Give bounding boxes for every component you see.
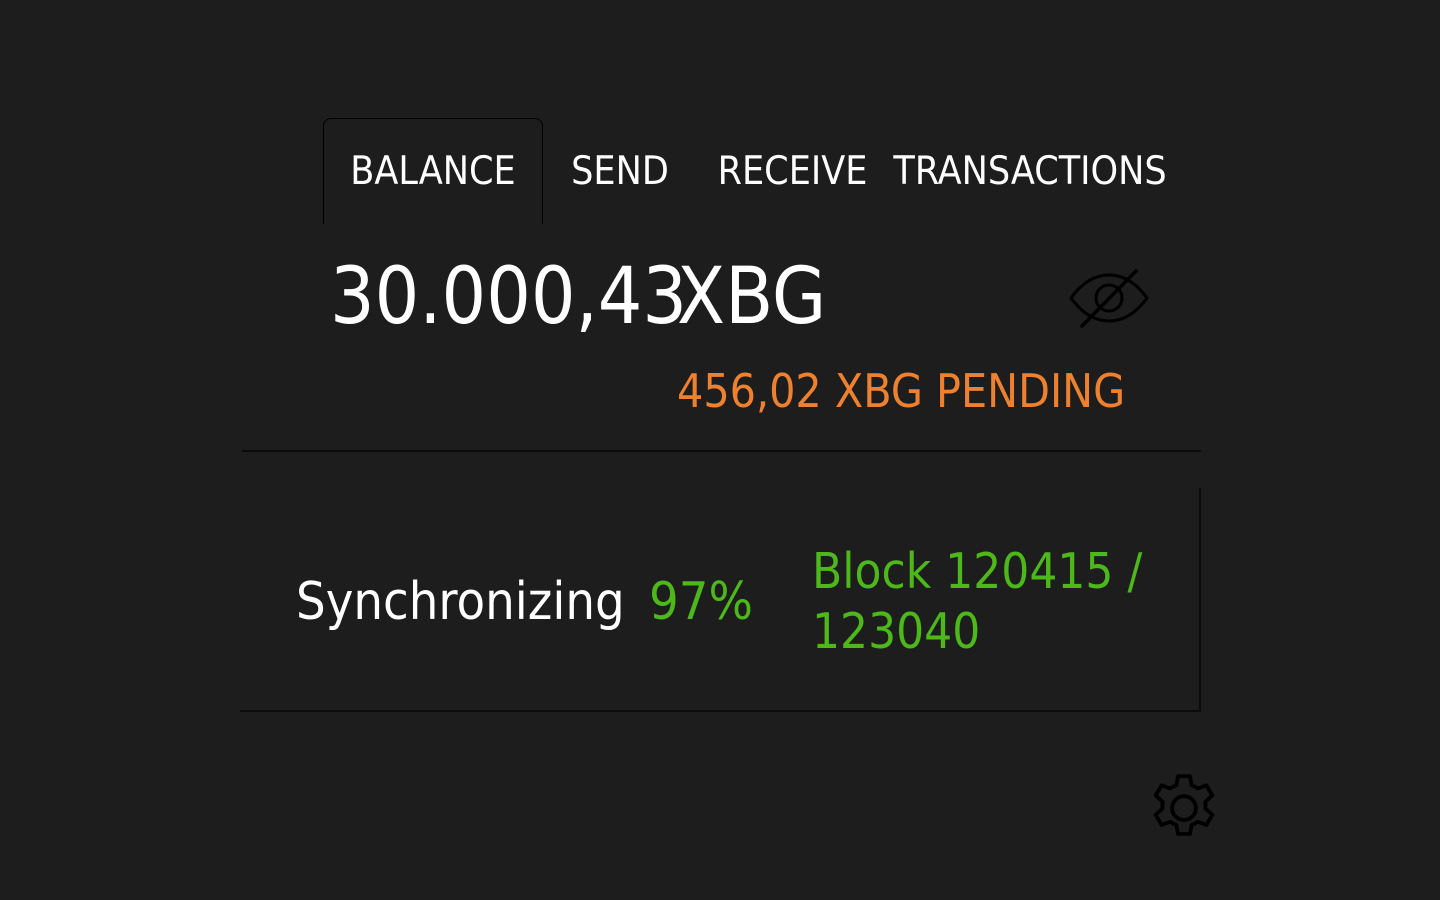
gear-icon xyxy=(1153,774,1215,836)
sync-block-line2: 123040 xyxy=(812,603,981,660)
tab-receive[interactable]: RECEIVE xyxy=(705,118,880,224)
sync-block-progress: Block 120415 / 123040 xyxy=(812,542,1152,662)
tab-send-label: SEND xyxy=(571,148,669,194)
eye-off-icon[interactable] xyxy=(1066,266,1152,330)
pending-balance: 456,02 XBG PENDING xyxy=(677,364,1126,418)
sync-block-line1: Block 120415 / xyxy=(812,543,1143,600)
tab-balance-label: BALANCE xyxy=(350,149,516,194)
divider xyxy=(242,450,1201,452)
tab-transactions-label: TRANSACTIONS xyxy=(893,148,1167,194)
wallet-app: BALANCE SEND RECEIVE TRANSACTIONS 30.000… xyxy=(0,0,1440,900)
sync-status-panel: Synchronizing 97% Block 120415 / 123040 xyxy=(240,488,1201,712)
settings-button[interactable] xyxy=(1142,764,1226,848)
sync-label: Synchronizing xyxy=(296,572,625,632)
tab-transactions[interactable]: TRANSACTIONS xyxy=(893,118,1167,224)
balance-currency: XBG xyxy=(677,252,827,342)
tab-balance[interactable]: BALANCE xyxy=(323,118,543,224)
balance-amount: 30.000,43 xyxy=(330,252,688,342)
tab-send[interactable]: SEND xyxy=(555,118,685,224)
tab-receive-label: RECEIVE xyxy=(717,148,868,194)
sync-percent: 97% xyxy=(649,572,753,632)
